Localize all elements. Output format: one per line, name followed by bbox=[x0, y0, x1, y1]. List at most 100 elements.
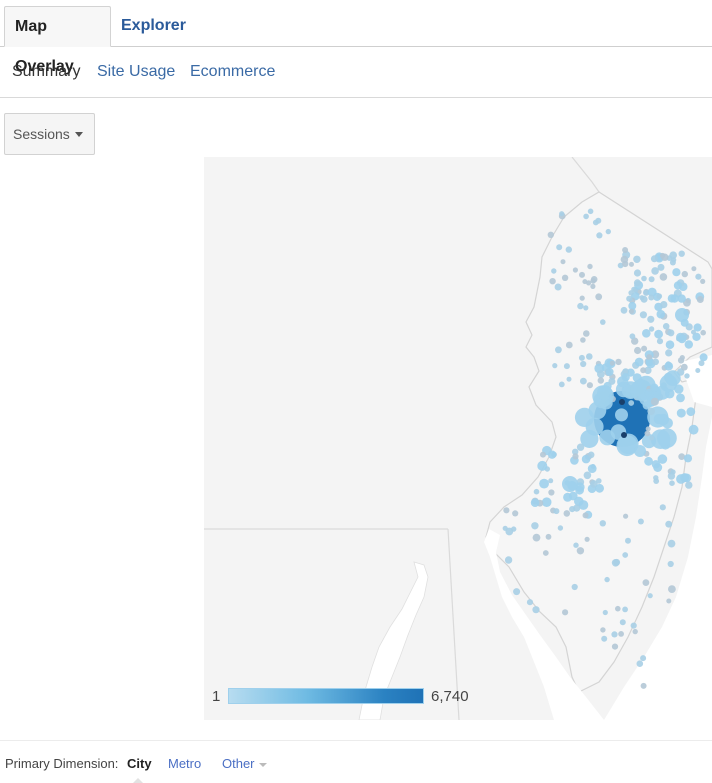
city-marker[interactable] bbox=[656, 293, 663, 299]
city-marker[interactable] bbox=[628, 308, 634, 314]
city-marker[interactable] bbox=[667, 329, 675, 337]
city-marker[interactable] bbox=[572, 453, 579, 460]
city-marker[interactable] bbox=[639, 295, 645, 301]
city-marker[interactable] bbox=[685, 481, 693, 489]
city-marker[interactable] bbox=[615, 408, 628, 422]
city-marker[interactable] bbox=[547, 450, 557, 459]
city-marker[interactable] bbox=[545, 533, 552, 540]
city-marker[interactable] bbox=[548, 478, 554, 484]
city-marker[interactable] bbox=[647, 593, 653, 599]
city-marker[interactable] bbox=[695, 368, 701, 373]
city-marker[interactable] bbox=[566, 376, 572, 382]
city-marker[interactable] bbox=[505, 527, 514, 536]
metric-dropdown[interactable]: Sessions bbox=[4, 113, 95, 155]
city-marker[interactable] bbox=[640, 682, 647, 689]
city-marker[interactable] bbox=[619, 399, 625, 405]
city-marker[interactable] bbox=[695, 273, 702, 280]
city-marker[interactable] bbox=[641, 275, 647, 282]
city-marker[interactable] bbox=[565, 246, 572, 253]
city-marker[interactable] bbox=[609, 360, 615, 366]
subtab-site-usage[interactable]: Site Usage bbox=[97, 63, 175, 81]
city-marker[interactable] bbox=[613, 558, 621, 566]
city-marker[interactable] bbox=[681, 270, 688, 278]
city-marker[interactable] bbox=[574, 407, 595, 427]
city-marker[interactable] bbox=[650, 397, 659, 406]
city-marker[interactable] bbox=[644, 430, 651, 437]
city-marker[interactable] bbox=[556, 244, 563, 251]
city-marker[interactable] bbox=[645, 426, 651, 432]
city-marker[interactable] bbox=[649, 435, 655, 441]
city-marker[interactable] bbox=[619, 619, 626, 626]
city-marker[interactable] bbox=[662, 417, 673, 429]
city-marker[interactable] bbox=[630, 622, 637, 629]
city-marker[interactable] bbox=[597, 370, 605, 379]
city-marker[interactable] bbox=[583, 471, 592, 480]
tab-explorer[interactable]: Explorer bbox=[111, 6, 196, 47]
city-marker[interactable] bbox=[615, 605, 621, 612]
city-marker[interactable] bbox=[586, 280, 592, 286]
city-marker[interactable] bbox=[653, 478, 660, 484]
city-marker[interactable] bbox=[595, 483, 604, 493]
city-marker[interactable] bbox=[531, 522, 539, 530]
city-marker[interactable] bbox=[573, 504, 581, 512]
city-marker[interactable] bbox=[680, 363, 688, 371]
city-marker[interactable] bbox=[659, 273, 668, 281]
city-marker[interactable] bbox=[666, 598, 672, 604]
city-marker[interactable] bbox=[578, 354, 585, 361]
city-marker[interactable] bbox=[668, 585, 676, 593]
city-marker[interactable] bbox=[640, 367, 647, 374]
city-marker[interactable] bbox=[618, 631, 624, 637]
city-marker[interactable] bbox=[555, 346, 562, 354]
city-marker[interactable] bbox=[599, 429, 616, 446]
city-marker[interactable] bbox=[565, 341, 573, 349]
city-marker[interactable] bbox=[560, 259, 566, 265]
city-marker[interactable] bbox=[533, 488, 540, 495]
city-marker[interactable] bbox=[605, 228, 611, 235]
city-marker[interactable] bbox=[674, 384, 684, 394]
city-marker[interactable] bbox=[634, 445, 646, 457]
city-marker[interactable] bbox=[654, 329, 663, 339]
city-marker[interactable] bbox=[667, 539, 676, 548]
city-marker[interactable] bbox=[675, 308, 689, 322]
city-marker[interactable] bbox=[580, 377, 587, 385]
city-marker[interactable] bbox=[659, 252, 666, 259]
city-marker[interactable] bbox=[557, 525, 564, 531]
city-marker[interactable] bbox=[626, 295, 633, 302]
city-marker[interactable] bbox=[676, 408, 686, 418]
city-marker[interactable] bbox=[665, 349, 673, 357]
city-marker[interactable] bbox=[640, 655, 647, 662]
city-marker[interactable] bbox=[659, 504, 666, 511]
city-marker[interactable] bbox=[629, 333, 636, 340]
city-marker[interactable] bbox=[629, 261, 634, 267]
city-marker[interactable] bbox=[532, 533, 541, 542]
city-marker[interactable] bbox=[651, 460, 661, 469]
city-marker[interactable] bbox=[642, 329, 651, 338]
city-marker[interactable] bbox=[620, 306, 628, 314]
city-marker[interactable] bbox=[669, 259, 676, 266]
dimension-city[interactable]: City bbox=[127, 756, 152, 771]
city-marker[interactable] bbox=[682, 473, 692, 483]
city-marker[interactable] bbox=[559, 211, 565, 217]
city-marker[interactable] bbox=[700, 329, 706, 336]
city-marker[interactable] bbox=[686, 407, 696, 417]
city-marker[interactable] bbox=[551, 268, 557, 274]
city-marker[interactable] bbox=[688, 424, 699, 435]
city-marker[interactable] bbox=[600, 319, 606, 325]
city-marker[interactable] bbox=[673, 281, 682, 290]
city-marker[interactable] bbox=[553, 508, 560, 515]
city-marker[interactable] bbox=[554, 283, 562, 291]
subtab-ecommerce[interactable]: Ecommerce bbox=[190, 63, 275, 81]
city-marker[interactable] bbox=[639, 311, 647, 319]
city-marker[interactable] bbox=[636, 660, 644, 667]
city-marker[interactable] bbox=[620, 255, 629, 264]
city-marker[interactable] bbox=[549, 278, 556, 285]
city-marker[interactable] bbox=[665, 370, 681, 386]
city-marker[interactable] bbox=[622, 552, 629, 558]
city-marker[interactable] bbox=[580, 337, 586, 343]
city-marker[interactable] bbox=[665, 520, 673, 528]
city-marker[interactable] bbox=[665, 340, 675, 349]
city-marker[interactable] bbox=[684, 340, 693, 349]
city-marker[interactable] bbox=[623, 513, 629, 519]
city-marker[interactable] bbox=[628, 301, 637, 310]
city-marker[interactable] bbox=[656, 338, 664, 345]
